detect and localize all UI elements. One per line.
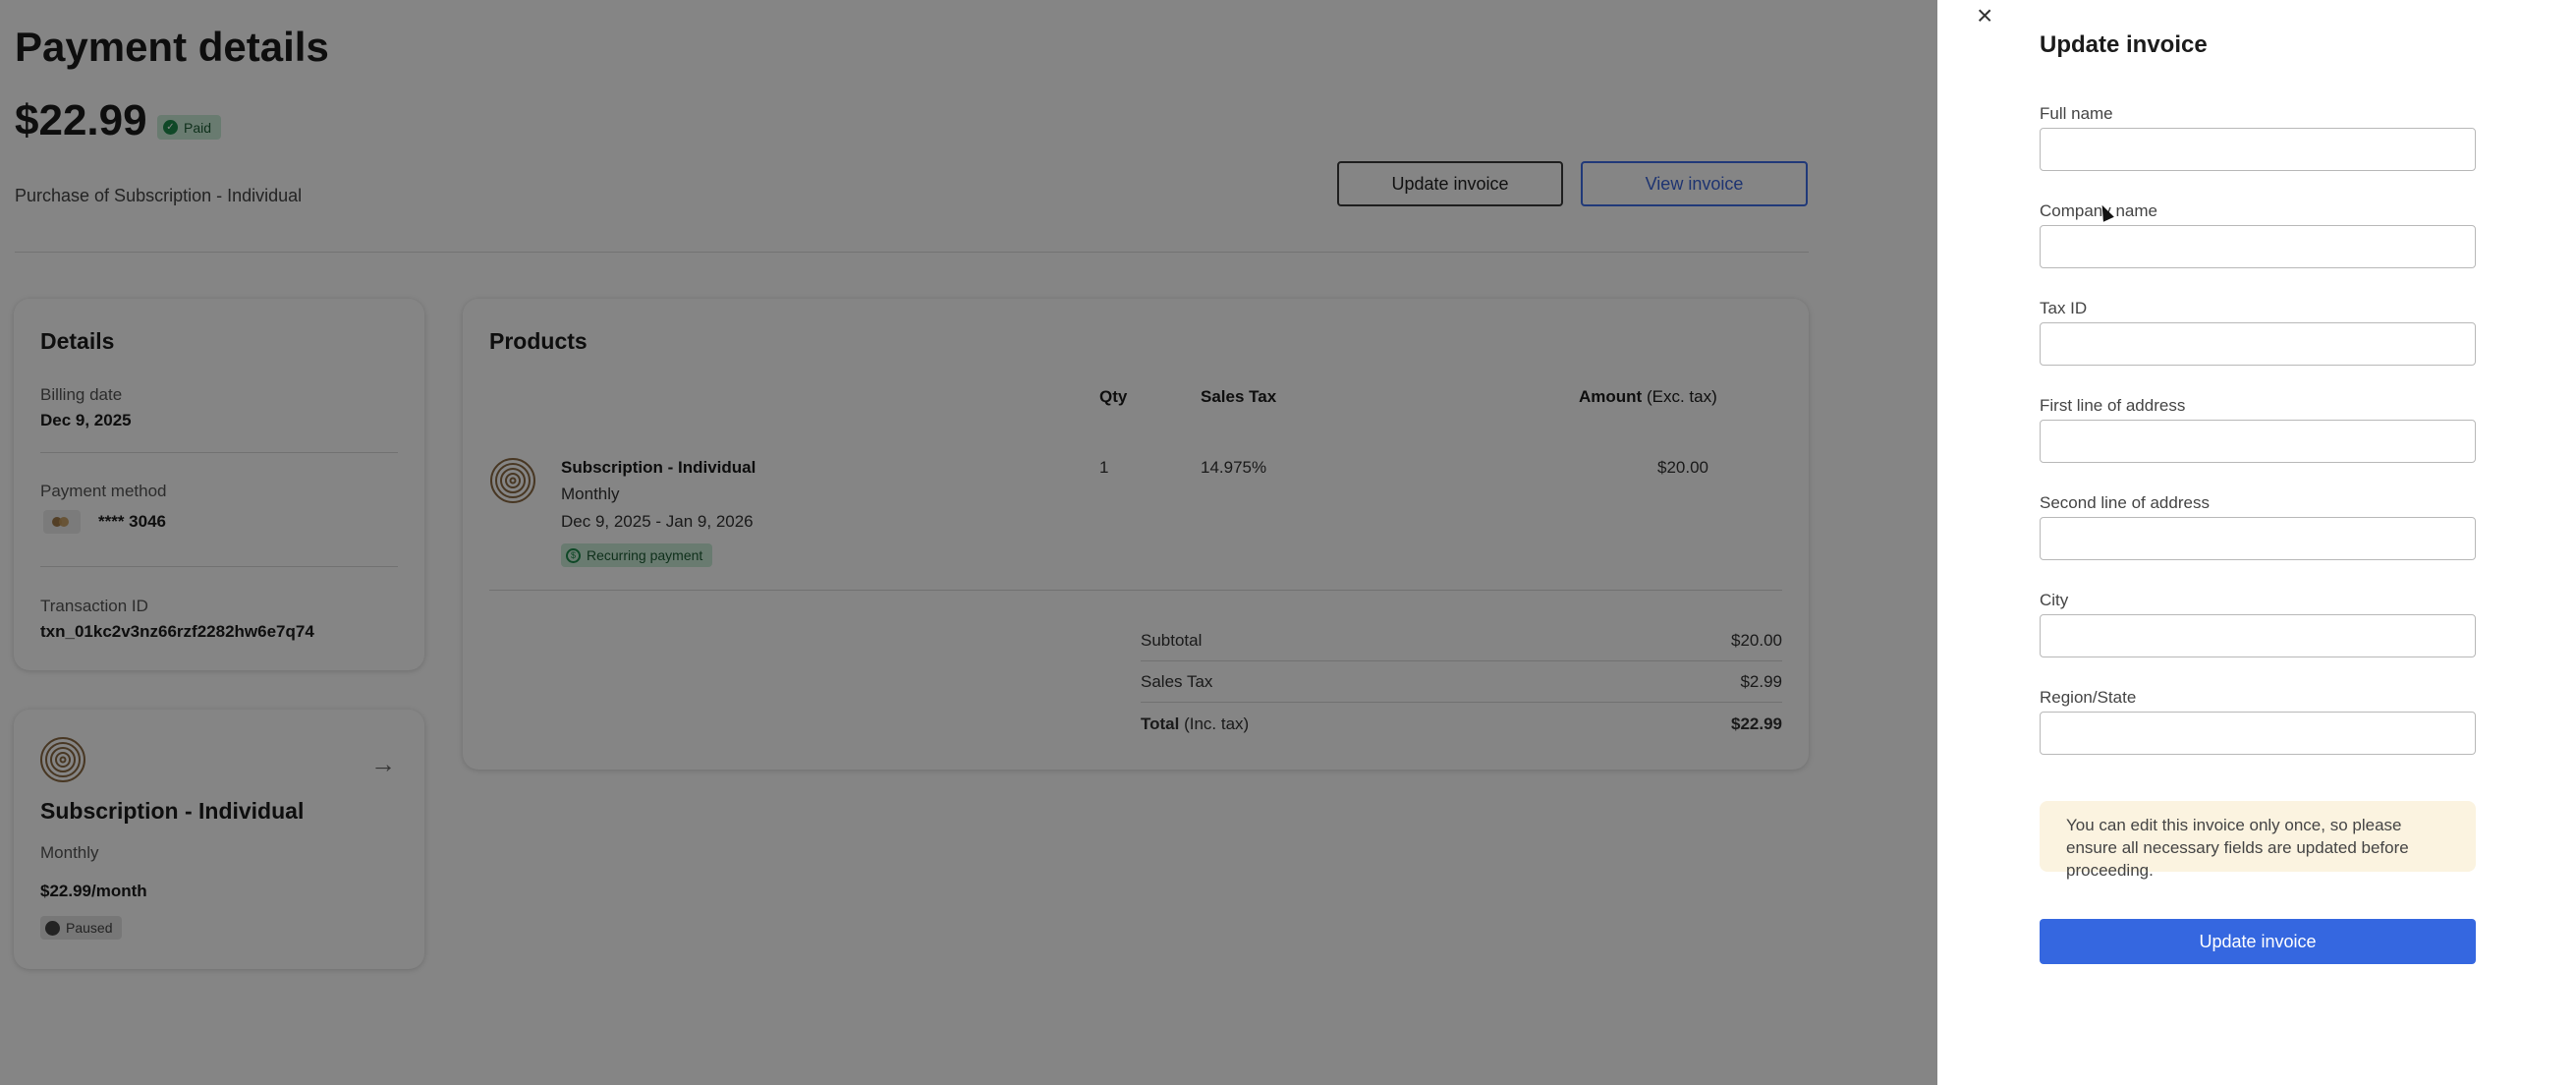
submit-update-invoice-button[interactable]: Update invoice — [2040, 919, 2476, 964]
close-icon[interactable]: × — [1977, 0, 1992, 31]
address-line1-label: First line of address — [2040, 396, 2186, 415]
tax-id-label: Tax ID — [2040, 299, 2088, 317]
city-input[interactable] — [2040, 614, 2476, 657]
drawer-title: Update invoice — [2040, 31, 2208, 58]
modal-overlay[interactable] — [0, 0, 1937, 1085]
full-name-input[interactable] — [2040, 128, 2476, 171]
address-line1-input[interactable] — [2040, 420, 2476, 463]
update-invoice-drawer: × Update invoice Full name Company name … — [1937, 0, 2576, 1085]
city-label: City — [2040, 591, 2069, 609]
company-name-input[interactable] — [2040, 225, 2476, 268]
edit-once-notice: You can edit this invoice only once, so … — [2040, 801, 2476, 880]
region-label: Region/State — [2040, 688, 2137, 707]
tax-id-input[interactable] — [2040, 322, 2476, 366]
address-line2-label: Second line of address — [2040, 493, 2210, 512]
full-name-label: Full name — [2040, 104, 2113, 123]
region-input[interactable] — [2040, 712, 2476, 755]
address-line2-input[interactable] — [2040, 517, 2476, 560]
